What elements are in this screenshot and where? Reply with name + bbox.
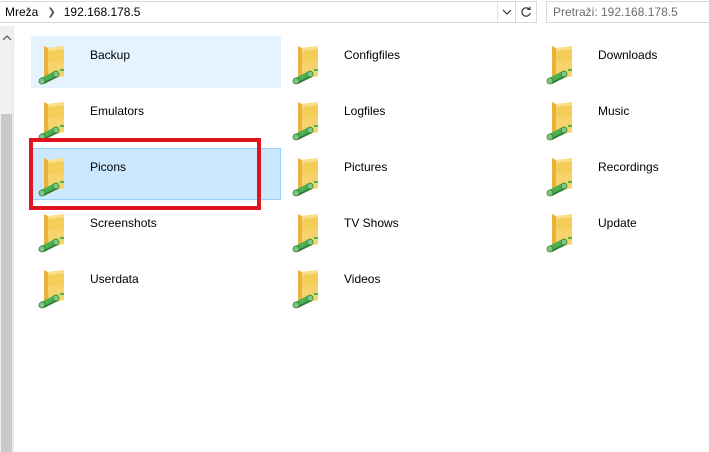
- folder-item-music[interactable]: Music: [539, 92, 709, 144]
- shared-folder-icon: [38, 214, 64, 253]
- shared-folder-icon: [546, 158, 572, 197]
- folder-item-emulators[interactable]: Emulators: [31, 92, 281, 144]
- folder-item-pictures[interactable]: Pictures: [285, 148, 535, 200]
- folder-label: Picons: [90, 160, 127, 174]
- folder-label: Downloads: [598, 48, 658, 62]
- navigation-scrollbar-thumb[interactable]: [1, 114, 12, 452]
- folder-icon: [36, 96, 74, 142]
- shared-folder-icon: [38, 102, 64, 141]
- folder-icon: [36, 208, 74, 254]
- chevron-down-icon: [502, 9, 511, 15]
- folder-label: Screenshots: [90, 216, 157, 230]
- folder-icon: [290, 40, 328, 86]
- folder-label: Update: [598, 216, 637, 230]
- folder-label: Emulators: [90, 104, 145, 118]
- breadcrumb-separator-icon[interactable]: ❯: [47, 7, 55, 18]
- folder-icon: [36, 40, 74, 86]
- folder-item-picons[interactable]: Picons: [31, 148, 281, 200]
- breadcrumb-network[interactable]: Mreža: [0, 5, 38, 19]
- folder-label: Configfiles: [344, 48, 401, 62]
- navigation-pane: [0, 26, 14, 452]
- shared-folder-icon: [546, 214, 572, 253]
- folder-label: Recordings: [598, 160, 659, 174]
- address-history-dropdown[interactable]: [497, 2, 515, 22]
- folder-icon: [290, 152, 328, 198]
- folder-label: Logfiles: [344, 104, 386, 118]
- shared-folder-icon: [292, 214, 318, 253]
- shared-folder-icon: [546, 46, 572, 85]
- folder-icon: [544, 40, 582, 86]
- folder-icon: [290, 96, 328, 142]
- folder-item-tv-shows[interactable]: TV Shows: [285, 204, 535, 256]
- shared-folder-icon: [38, 46, 64, 85]
- shared-folder-icon: [292, 102, 318, 141]
- folder-icon: [290, 264, 328, 310]
- address-bar[interactable]: Mreža ❯ 192.168.178.5: [0, 1, 537, 23]
- toolbar: Mreža ❯ 192.168.178.5 Pretraži: 192.168.…: [0, 0, 709, 26]
- folder-item-recordings[interactable]: Recordings: [539, 148, 709, 200]
- folder-item-downloads[interactable]: Downloads: [539, 36, 709, 88]
- shared-folder-icon: [38, 270, 64, 309]
- shared-folder-icon: [292, 46, 318, 85]
- folder-label: Videos: [344, 272, 381, 286]
- shared-folder-icon: [292, 158, 318, 197]
- folder-item-userdata[interactable]: Userdata: [31, 260, 281, 312]
- folder-item-configfiles[interactable]: Configfiles: [285, 36, 535, 88]
- file-view: Backup Configfiles Downloads Emulators L…: [14, 26, 709, 452]
- folder-item-update[interactable]: Update: [539, 204, 709, 256]
- folder-icon: [290, 208, 328, 254]
- search-input[interactable]: Pretraži: 192.168.178.5: [546, 1, 709, 23]
- refresh-icon: [521, 6, 531, 17]
- folder-item-logfiles[interactable]: Logfiles: [285, 92, 535, 144]
- folder-label: Backup: [90, 48, 131, 62]
- breadcrumb-host[interactable]: 192.168.178.5: [64, 5, 141, 19]
- folder-icon: [36, 152, 74, 198]
- folder-icon: [36, 264, 74, 310]
- folder-label: Userdata: [90, 272, 139, 286]
- folder-label: Music: [598, 104, 630, 118]
- folder-label: TV Shows: [344, 216, 399, 230]
- shared-folder-icon: [38, 158, 64, 197]
- shared-folder-icon: [546, 102, 572, 141]
- refresh-button[interactable]: [515, 2, 536, 22]
- shared-folder-icon: [292, 270, 318, 309]
- folder-icon: [544, 208, 582, 254]
- folder-item-backup[interactable]: Backup: [31, 36, 281, 88]
- folder-item-videos[interactable]: Videos: [285, 260, 535, 312]
- folder-label: Pictures: [344, 160, 388, 174]
- folder-icon: [544, 96, 582, 142]
- folder-item-screenshots[interactable]: Screenshots: [31, 204, 281, 256]
- scroll-up-icon[interactable]: [2, 34, 12, 42]
- folder-icon: [544, 152, 582, 198]
